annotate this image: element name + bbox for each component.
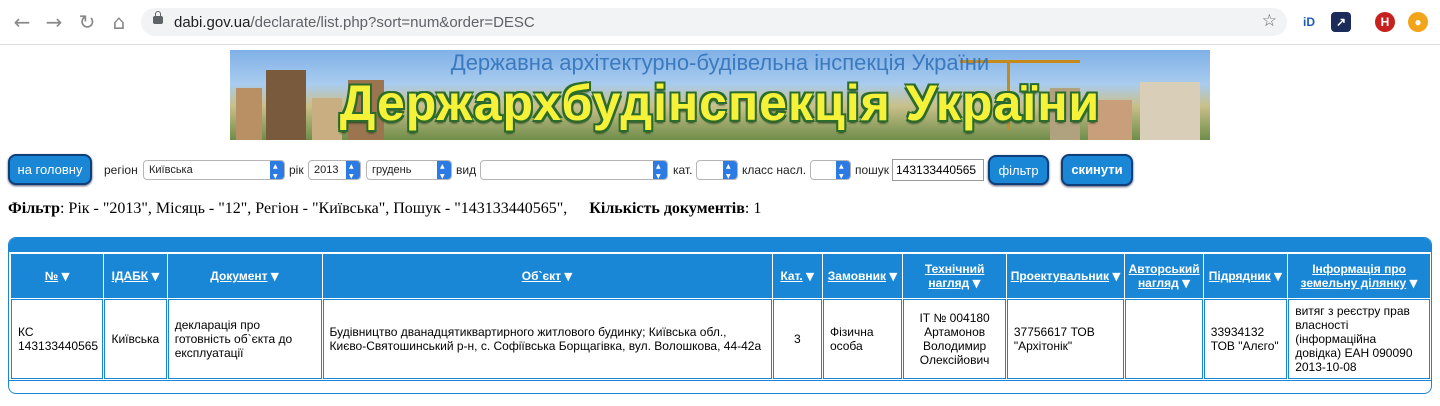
column-header-label[interactable]: Об`єкт	[522, 269, 561, 283]
extension-coin-icon[interactable]: ●	[1408, 12, 1428, 32]
address-bar[interactable]: dabi.gov.ua/declarate/list.php?sort=num&…	[141, 8, 1287, 36]
select-arrows-icon	[653, 161, 667, 179]
cell-category: 3	[772, 299, 822, 379]
column-header-object[interactable]: Об`єкт ▼	[322, 254, 772, 298]
home-icon[interactable]: ⌂	[107, 10, 131, 34]
cell-designer: 37756617 ТОВ "Архітонік"	[1006, 299, 1125, 379]
url-domain: dabi.gov.ua	[174, 14, 251, 31]
cell-contractor: 33934132 ТОВ "Алєго"	[1203, 299, 1288, 379]
sort-desc-icon[interactable]: ▼	[1409, 277, 1417, 290]
filter-summary-text: : Рік - "2013", Місяць - "12", Регіон - …	[59, 200, 568, 217]
column-header-document[interactable]: Документ ▼	[167, 254, 322, 298]
select-arrows-icon	[270, 161, 284, 179]
select-arrows-icon	[437, 161, 451, 179]
select-arrows-icon	[836, 161, 850, 179]
reload-icon[interactable]: ↻	[75, 10, 99, 34]
category-label: кат.	[673, 163, 693, 177]
extension-rocket-icon[interactable]: ↗	[1331, 12, 1351, 32]
select-arrows-icon	[723, 161, 737, 179]
region-select[interactable]: Київська	[143, 160, 285, 180]
forward-icon[interactable]: →	[42, 10, 66, 34]
select-arrows-icon	[346, 161, 360, 179]
type-select[interactable]	[480, 160, 668, 180]
sort-desc-icon[interactable]: ▼	[1274, 270, 1282, 283]
cell-object: Будівництво дванадцятиквартирного житлов…	[322, 299, 772, 379]
type-label: вид	[456, 163, 477, 177]
table-bottom-bar	[9, 380, 1431, 393]
lock-icon	[153, 11, 163, 24]
column-header-label[interactable]: Замовник	[828, 269, 886, 283]
table-header-row: № ▼ ІДАБК ▼ Документ ▼ Об`єкт ▼ Кат. ▼ Замовн…	[11, 254, 1430, 298]
column-header-land-info[interactable]: Інформація про земельну ділянку ▼	[1288, 254, 1430, 298]
sort-desc-icon[interactable]: ▼	[972, 277, 980, 290]
browser-toolbar: ← → ↻ ⌂ dabi.gov.ua/declarate/list.php?s…	[0, 0, 1440, 45]
search-input[interactable]: 143133440565	[892, 159, 984, 181]
year-select-value: 2013	[314, 164, 339, 176]
cell-land-info: витяг з реєстру прав власності (інформац…	[1288, 299, 1430, 379]
profile-avatar[interactable]: H	[1375, 12, 1395, 32]
column-header-technical-supervision[interactable]: Технічний нагляд ▼	[903, 254, 1006, 298]
cell-author-supervision	[1125, 299, 1203, 379]
search-label: пошук	[855, 163, 890, 177]
filter-summary-label: Фільтр	[8, 200, 60, 217]
column-header-label[interactable]: Інформація про земельну ділянку	[1301, 262, 1407, 290]
sort-desc-icon[interactable]: ▼	[151, 270, 159, 283]
sort-desc-icon[interactable]: ▼	[61, 270, 69, 283]
column-header-idabk[interactable]: ІДАБК ▼	[104, 254, 167, 298]
column-header-contractor[interactable]: Підрядник ▼	[1203, 254, 1288, 298]
table-top-bar	[9, 238, 1431, 252]
column-header-label[interactable]: Підрядник	[1209, 269, 1271, 283]
url-text[interactable]: dabi.gov.ua/declarate/list.php?sort=num&…	[174, 14, 535, 31]
month-select[interactable]: грудень	[366, 160, 452, 180]
sort-desc-icon[interactable]: ▼	[1112, 270, 1120, 283]
table-row[interactable]: КС 143133440565 Київська декларація про …	[11, 299, 1430, 379]
column-header-label[interactable]: Проектувальник	[1011, 269, 1109, 283]
cell-number: КС 143133440565	[11, 299, 104, 379]
url-path: /declarate/list.php?sort=num&order=DESC	[250, 14, 535, 31]
column-header-author-supervision[interactable]: Авторський нагляд ▼	[1125, 254, 1203, 298]
declarations-table-container: № ▼ ІДАБК ▼ Документ ▼ Об`єкт ▼ Кат. ▼ Замовн…	[8, 237, 1432, 394]
sort-desc-icon[interactable]: ▼	[889, 270, 897, 283]
category-select[interactable]	[696, 160, 738, 180]
sort-desc-icon[interactable]: ▼	[806, 270, 814, 283]
sort-desc-icon[interactable]: ▼	[271, 270, 279, 283]
banner-title: Держархбудінспекція України	[339, 75, 1101, 131]
column-header-label[interactable]: №	[45, 269, 58, 283]
back-icon[interactable]: ←	[10, 10, 34, 34]
sort-desc-icon[interactable]: ▼	[1182, 277, 1190, 290]
document-count-value: : 1	[744, 200, 762, 217]
column-header-label[interactable]: ІДАБК	[112, 269, 149, 283]
sort-desc-icon[interactable]: ▼	[564, 270, 572, 283]
header-banner: Державна архітектурно-будівельна інспекц…	[230, 50, 1210, 140]
declarations-table: № ▼ ІДАБК ▼ Документ ▼ Об`єкт ▼ Кат. ▼ Замовн…	[10, 253, 1431, 380]
column-header-designer[interactable]: Проектувальник ▼	[1006, 254, 1125, 298]
banner-subtitle: Державна архітектурно-будівельна інспекц…	[450, 50, 990, 75]
consequence-class-label: класс насл.	[742, 163, 807, 177]
cell-document: декларація про готовність об`єкта до екс…	[167, 299, 322, 379]
document-count-label: Кількість документів	[589, 200, 745, 217]
reset-button[interactable]: скинути	[1061, 154, 1133, 186]
column-header-category[interactable]: Кат. ▼	[772, 254, 822, 298]
cell-customer: Фізична особа	[822, 299, 903, 379]
year-select[interactable]: 2013	[308, 160, 361, 180]
region-select-value: Київська	[149, 164, 193, 176]
month-select-value: грудень	[372, 164, 412, 176]
filter-button[interactable]: фільтр	[988, 155, 1049, 185]
bookmark-star-icon[interactable]: ☆	[1262, 11, 1277, 31]
cell-idabk: Київська	[104, 299, 167, 379]
year-label: рік	[289, 163, 304, 177]
column-header-label[interactable]: Кат.	[780, 269, 802, 283]
cell-technical-supervision: ІТ № 004180 Артамонов Володимир Олексійо…	[903, 299, 1006, 379]
column-header-label[interactable]: Документ	[210, 269, 267, 283]
filter-summary: Фільтр: Рік - "2013", Місяць - "12", Рег…	[8, 200, 761, 218]
extension-id-icon[interactable]: iD	[1299, 12, 1319, 32]
consequence-class-select[interactable]	[810, 160, 851, 180]
column-header-customer[interactable]: Замовник ▼	[822, 254, 903, 298]
region-label: регіон	[104, 163, 138, 177]
home-page-button[interactable]: на головну	[8, 154, 92, 185]
column-header-number[interactable]: № ▼	[11, 254, 104, 298]
